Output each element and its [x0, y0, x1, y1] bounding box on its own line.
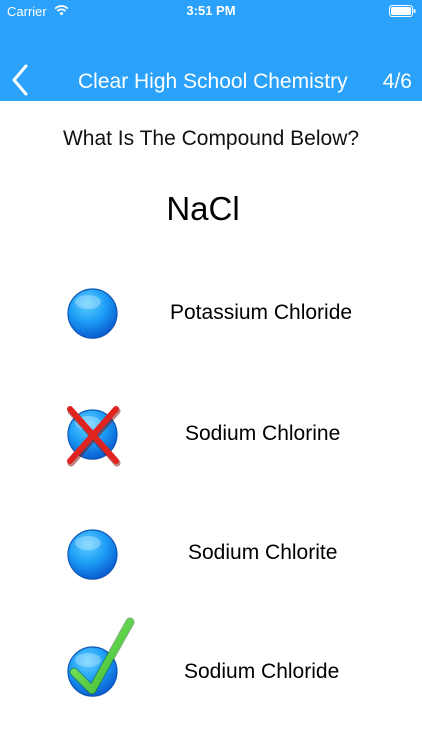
- question-counter: 4/6: [382, 70, 412, 93]
- status-time: 3:51 PM: [186, 3, 236, 18]
- option-label: Sodium Chlorine: [185, 422, 341, 445]
- answer-option[interactable]: Sodium Chlorine: [0, 391, 422, 477]
- compound-formula: NaCl: [166, 190, 240, 227]
- nav-title: Clear High School Chemistry: [78, 70, 348, 93]
- checkmark-icon: [69, 617, 135, 695]
- cross-icon: [67, 406, 121, 467]
- app-header: Carrier 3:51 PM Clear High School Chemis…: [0, 0, 422, 101]
- answer-option[interactable]: Potassium Chloride: [0, 271, 422, 357]
- answer-option[interactable]: Sodium Chloride: [0, 612, 422, 698]
- status-bar: Carrier 3:51 PM: [0, 0, 422, 22]
- option-label: Sodium Chloride: [184, 660, 340, 683]
- radio-ball-icon[interactable]: [66, 528, 119, 581]
- chevron-left-icon[interactable]: [8, 63, 34, 97]
- radio-ball-icon[interactable]: [66, 287, 119, 340]
- question-text: What Is The Compound Below?: [62, 127, 360, 150]
- option-label: Potassium Chloride: [170, 301, 353, 324]
- battery-icon: [389, 5, 416, 17]
- option-label: Sodium Chlorite: [188, 541, 338, 564]
- answer-option[interactable]: Sodium Chlorite: [0, 511, 422, 597]
